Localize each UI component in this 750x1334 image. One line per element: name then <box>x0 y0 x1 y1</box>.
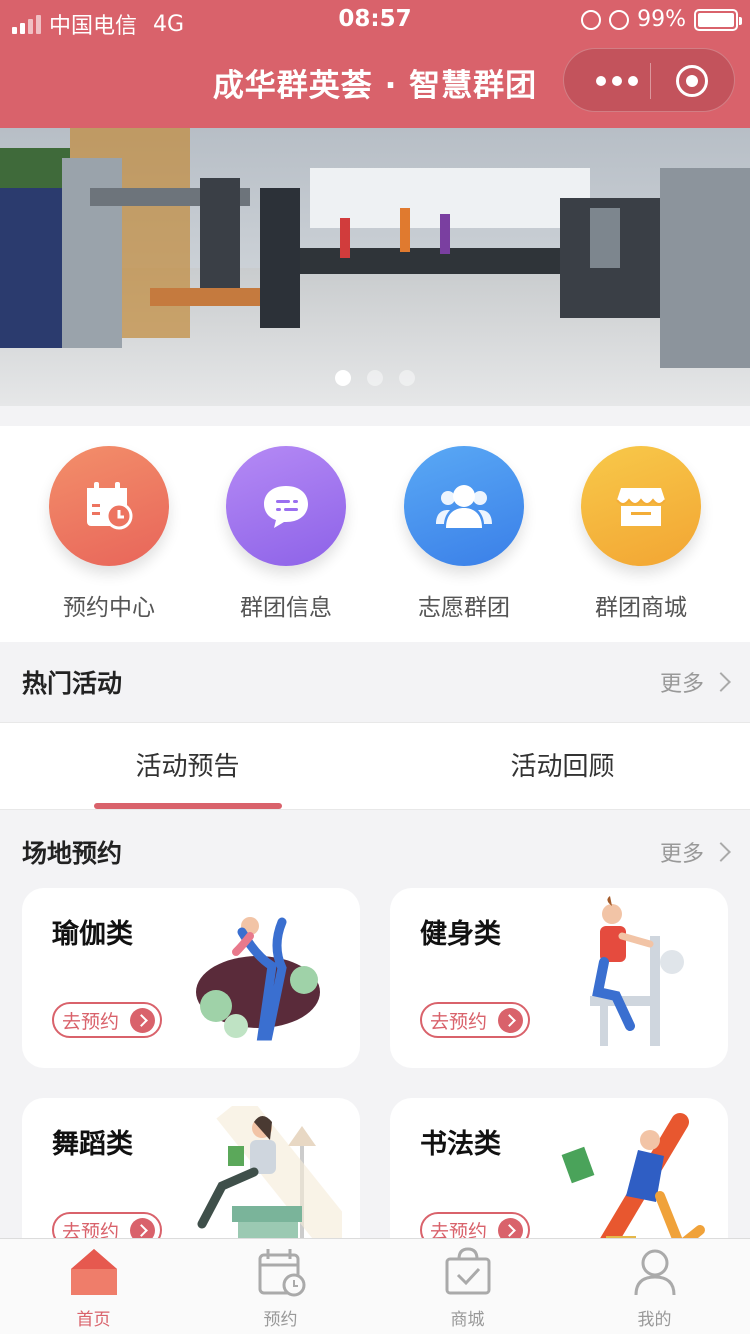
active-tab-indicator <box>94 803 282 809</box>
yoga-illustration <box>196 917 320 1041</box>
close-program-icon[interactable] <box>676 65 708 97</box>
gym-photo <box>0 128 750 406</box>
book-button[interactable]: 去预约 <box>52 1002 162 1038</box>
tab-activity-review[interactable]: 活动回顾 <box>375 723 750 811</box>
arrow-right-icon <box>130 1008 155 1033</box>
venue-booking-header: 场地预约 更多 <box>0 812 750 892</box>
tabbar-label: 我的 <box>637 1310 672 1330</box>
carousel-dot[interactable] <box>335 370 351 386</box>
chevron-right-icon <box>711 672 731 692</box>
rotation-lock-icon <box>581 9 602 30</box>
alarm-icon <box>609 9 630 30</box>
section-title: 热门活动 <box>22 669 123 698</box>
activity-tabs: 活动预告 活动回顾 <box>0 722 750 810</box>
fitness-illustration <box>590 896 684 1046</box>
quick-entry-store[interactable]: 群团商城 <box>561 446 721 622</box>
quick-entry-label: 群团商城 <box>595 595 687 621</box>
home-icon <box>70 1249 117 1295</box>
tabbar-label: 首页 <box>76 1310 111 1330</box>
quick-entry-grid: 预约中心 群团信息 志愿群团 群团商城 <box>0 426 750 642</box>
tabbar-label: 商城 <box>450 1310 485 1330</box>
battery-percent: 99% <box>637 7 686 32</box>
quick-entry-volunteer[interactable]: 志愿群团 <box>384 446 544 622</box>
card-title: 舞蹈类 <box>52 1129 133 1160</box>
quick-entry-label: 志愿群团 <box>418 595 510 621</box>
more-label: 更多 <box>659 672 704 697</box>
carousel-dot[interactable] <box>367 370 383 386</box>
mini-program-capsule <box>563 48 735 112</box>
bottom-tab-bar: 首页 预约 商城 我的 <box>0 1238 750 1334</box>
more-label: 更多 <box>659 842 704 867</box>
venue-card-yoga[interactable]: 瑜伽类 去预约 <box>22 888 360 1068</box>
tabbar-item-booking[interactable]: 预约 <box>187 1245 374 1330</box>
tabbar-item-store[interactable]: 商城 <box>374 1245 561 1330</box>
hot-activities-more-link[interactable]: 更多 <box>659 666 731 698</box>
hot-activities-header: 热门活动 更多 <box>0 642 750 722</box>
card-title: 书法类 <box>420 1129 501 1160</box>
quick-entry-group-info[interactable]: 群团信息 <box>206 446 366 622</box>
battery-icon <box>694 8 742 31</box>
card-title: 健身类 <box>420 919 501 950</box>
chat-bubble-icon <box>226 446 346 566</box>
tabbar-label: 预约 <box>263 1310 298 1330</box>
carousel-indicators <box>0 370 750 386</box>
card-title: 瑜伽类 <box>52 919 133 950</box>
carousel-dot[interactable] <box>399 370 415 386</box>
book-button[interactable]: 去预约 <box>420 1002 530 1038</box>
chevron-right-icon <box>711 842 731 862</box>
calendar-clock-icon <box>49 446 169 566</box>
more-menu-icon[interactable] <box>586 49 648 113</box>
tabbar-item-mine[interactable]: 我的 <box>561 1245 748 1330</box>
people-icon <box>404 446 524 566</box>
quick-entry-booking-center[interactable]: 预约中心 <box>29 446 189 622</box>
tabbar-item-home[interactable]: 首页 <box>0 1245 187 1330</box>
status-bar: 中国电信 4G 08:57 99% <box>0 0 750 40</box>
banner-carousel[interactable] <box>0 128 750 406</box>
book-button-label: 去预约 <box>430 1010 488 1033</box>
book-button-label: 去预约 <box>62 1010 120 1033</box>
calendar-icon <box>258 1249 305 1297</box>
venue-more-link[interactable]: 更多 <box>659 836 731 868</box>
quick-entry-label: 预约中心 <box>63 595 155 621</box>
store-icon <box>581 446 701 566</box>
section-title: 场地预约 <box>22 839 123 868</box>
app-header: 中国电信 4G 08:57 99% 成华群英荟 · 智慧群团 <box>0 0 750 128</box>
arrow-right-icon <box>498 1008 523 1033</box>
venue-card-fitness[interactable]: 健身类 去预约 <box>390 888 728 1068</box>
shopping-bag-icon <box>445 1247 490 1295</box>
tab-activity-preview[interactable]: 活动预告 <box>0 723 375 811</box>
page-title: 成华群英荟 · 智慧群团 <box>212 68 538 104</box>
user-icon <box>634 1249 675 1296</box>
quick-entry-label: 群团信息 <box>240 595 332 621</box>
